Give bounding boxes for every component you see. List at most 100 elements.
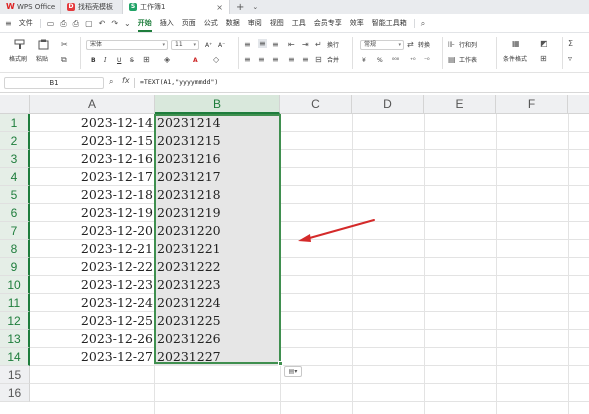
cell-a13[interactable]: 2023-12-26 xyxy=(30,330,154,348)
wrap-text-icon[interactable]: ↵ xyxy=(315,40,322,49)
copy-icon[interactable]: ⧉ xyxy=(61,55,67,64)
worksheet-label[interactable]: 工作表 xyxy=(459,56,477,65)
distribute-icon[interactable]: ≡ xyxy=(302,55,309,64)
cell-a2[interactable]: 2023-12-15 xyxy=(30,132,154,150)
formula-input[interactable]: =TEXT(A1,"yyyymmdd") xyxy=(140,78,218,86)
align-left-icon[interactable]: ≡ xyxy=(244,55,251,64)
cell-a14[interactable]: 2023-12-27 xyxy=(30,348,154,366)
column-header-b[interactable]: B xyxy=(155,95,280,114)
cell-b4[interactable]: 20231217 xyxy=(155,168,280,186)
quick-access-chevron-icon[interactable]: ⌄ xyxy=(121,14,134,33)
cell-a15[interactable] xyxy=(30,366,154,384)
tab-wps-office[interactable]: W WPS Office xyxy=(0,0,60,14)
cell-b16[interactable] xyxy=(155,384,280,402)
cell-b8[interactable]: 20231221 xyxy=(155,240,280,258)
increase-font-icon[interactable]: A⁺ xyxy=(205,41,212,50)
decrease-decimal-icon[interactable]: ⁻⁰ xyxy=(424,56,430,65)
indent-increase-icon[interactable]: ⇥ xyxy=(302,40,309,49)
menu-file[interactable]: 文件 xyxy=(15,14,37,33)
row-col-icon[interactable]: ⊪ xyxy=(448,40,455,49)
justify-icon[interactable]: ≡ xyxy=(288,55,295,64)
worksheet-icon[interactable]: ▤ xyxy=(448,55,456,64)
cell-a1[interactable]: 2023-12-14 xyxy=(30,114,154,132)
paste-options-button[interactable]: ▤▾ xyxy=(284,366,302,377)
cell-style-icon[interactable]: ◩ xyxy=(540,39,548,48)
increase-decimal-icon[interactable]: ⁺⁰ xyxy=(410,56,416,65)
menu-formula[interactable]: 公式 xyxy=(200,14,222,33)
export-pdf-icon[interactable]: ⎙ xyxy=(57,14,69,33)
menu-tools[interactable]: 工具 xyxy=(288,14,310,33)
zoom-search-icon[interactable]: ⌕ xyxy=(109,77,113,87)
font-color-icon[interactable]: A xyxy=(193,56,198,65)
cell-b9[interactable]: 20231222 xyxy=(155,258,280,276)
row-header-1[interactable]: 1 xyxy=(0,114,30,132)
cell-b10[interactable]: 20231223 xyxy=(155,276,280,294)
conditional-format-icon[interactable]: ▦ xyxy=(512,39,520,48)
tab-workbook[interactable]: S 工作簿1 × xyxy=(122,0,230,14)
row-col-label[interactable]: 行和列 xyxy=(459,41,477,50)
cell-a6[interactable]: 2023-12-19 xyxy=(30,204,154,222)
font-size-dropdown[interactable]: 11 ▾ xyxy=(171,40,199,50)
align-top-icon[interactable]: ≡ xyxy=(244,40,251,49)
conditional-format-label[interactable]: 条件格式 xyxy=(503,55,527,64)
column-header-d[interactable]: D xyxy=(352,95,424,114)
redo-icon[interactable]: ↷ xyxy=(108,14,121,33)
fill-color-icon[interactable]: ◈ xyxy=(164,55,170,64)
menu-efficiency[interactable]: 效率 xyxy=(346,14,368,33)
cell-a3[interactable]: 2023-12-16 xyxy=(30,150,154,168)
cell-b5[interactable]: 20231218 xyxy=(155,186,280,204)
menu-smart-toolbox[interactable]: 智能工具箱 xyxy=(368,14,411,33)
cell-a11[interactable]: 2023-12-24 xyxy=(30,294,154,312)
underline-button[interactable]: U xyxy=(117,56,121,65)
tab-list-chevron-icon[interactable]: ⌄ xyxy=(250,0,260,14)
row-header-4[interactable]: 4 xyxy=(0,168,30,186)
name-box[interactable]: B1 xyxy=(4,77,104,89)
bold-button[interactable]: B xyxy=(91,56,96,65)
percent-icon[interactable]: % xyxy=(377,56,383,65)
undo-icon[interactable]: ↶ xyxy=(96,14,109,33)
border-icon[interactable]: ⊞ xyxy=(143,55,150,64)
thousands-separator-icon[interactable]: ⁰⁰⁰ xyxy=(392,56,399,65)
search-icon[interactable]: ⌕ xyxy=(418,14,428,33)
align-right-icon[interactable]: ≡ xyxy=(272,55,279,64)
row-header-8[interactable]: 8 xyxy=(0,240,30,258)
fill-icon[interactable]: ▿ xyxy=(568,54,572,63)
decrease-font-icon[interactable]: A⁻ xyxy=(218,41,225,50)
cell-a8[interactable]: 2023-12-21 xyxy=(30,240,154,258)
cell-b2[interactable]: 20231215 xyxy=(155,132,280,150)
strikethrough-icon[interactable]: S̶ xyxy=(130,56,134,65)
cell-a16[interactable] xyxy=(30,384,154,402)
row-header-7[interactable]: 7 xyxy=(0,222,30,240)
cell-a10[interactable]: 2023-12-23 xyxy=(30,276,154,294)
row-header-15[interactable]: 15 xyxy=(0,366,30,384)
row-header-2[interactable]: 2 xyxy=(0,132,30,150)
menu-review[interactable]: 审阅 xyxy=(244,14,266,33)
wrap-text-label[interactable]: 换行 xyxy=(327,41,339,50)
hamburger-menu-icon[interactable]: ≡ xyxy=(2,14,15,33)
merge-label[interactable]: 合并 xyxy=(327,56,339,65)
column-header-c[interactable]: C xyxy=(280,95,352,114)
cell-b15[interactable] xyxy=(155,366,280,384)
paste-icon[interactable] xyxy=(38,39,50,50)
row-header-5[interactable]: 5 xyxy=(0,186,30,204)
cell-b7[interactable]: 20231220 xyxy=(155,222,280,240)
cut-icon[interactable]: ✂ xyxy=(61,40,68,49)
close-tab-icon[interactable]: × xyxy=(216,3,223,12)
italic-button[interactable]: I xyxy=(104,56,106,65)
fill-handle[interactable] xyxy=(278,361,283,366)
row-header-12[interactable]: 12 xyxy=(0,312,30,330)
merge-cells-icon[interactable]: ⊟ xyxy=(315,55,322,64)
table-style-icon[interactable]: ⊞ xyxy=(540,54,547,63)
menu-page[interactable]: 页面 xyxy=(178,14,200,33)
save-icon[interactable]: ▭ xyxy=(44,14,58,33)
menu-member[interactable]: 会员专享 xyxy=(310,14,346,33)
tab-docer-templates[interactable]: D 找稻壳模板 xyxy=(60,0,122,14)
cell-a5[interactable]: 2023-12-18 xyxy=(30,186,154,204)
column-header-f[interactable]: F xyxy=(496,95,568,114)
cell-a9[interactable]: 2023-12-22 xyxy=(30,258,154,276)
cell-b14[interactable]: 20231227 xyxy=(155,348,280,366)
currency-icon[interactable]: ¥ xyxy=(362,56,366,65)
row-header-11[interactable]: 11 xyxy=(0,294,30,312)
cell-a7[interactable]: 2023-12-20 xyxy=(30,222,154,240)
align-bottom-icon[interactable]: ≡ xyxy=(272,40,279,49)
